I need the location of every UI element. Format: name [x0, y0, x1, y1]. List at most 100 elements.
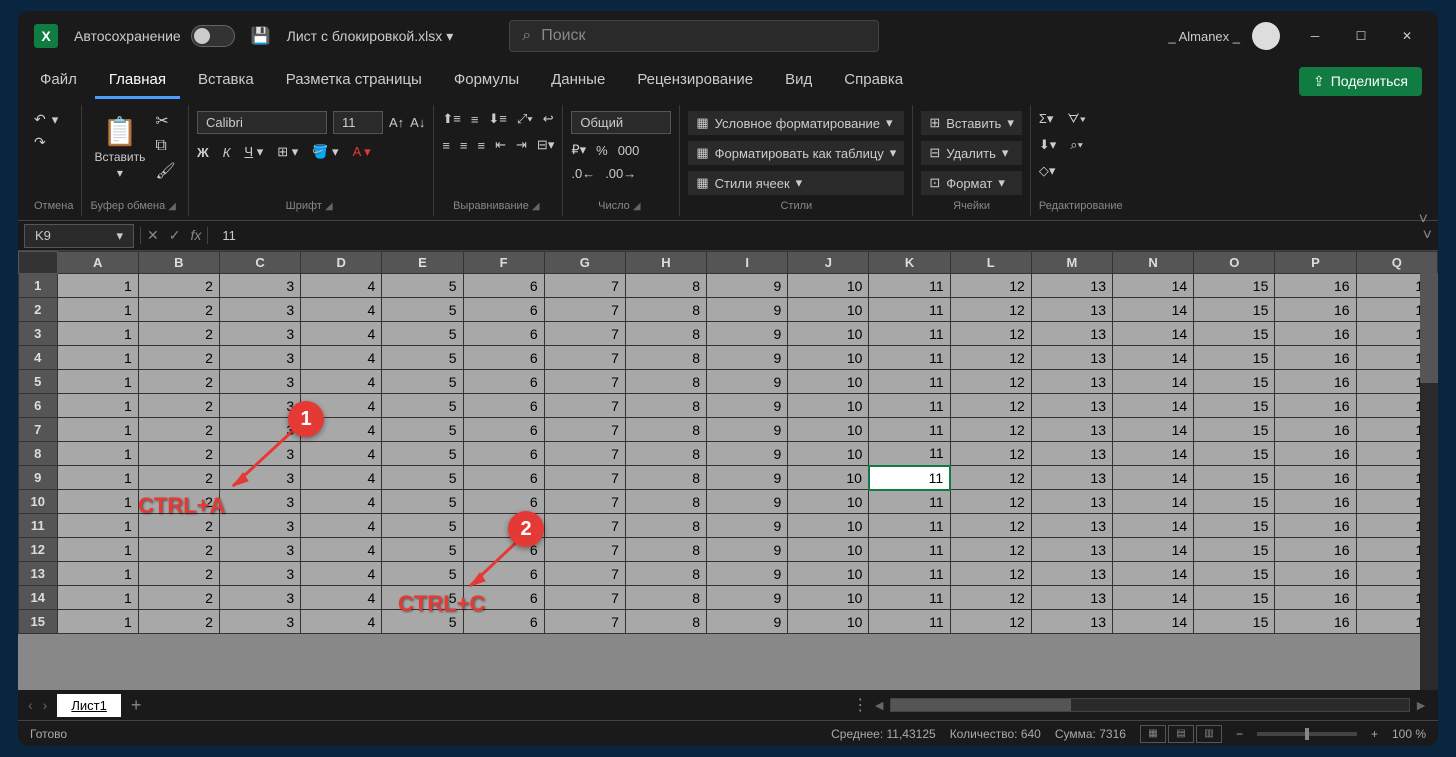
cell-J15[interactable]: 10 [788, 610, 869, 634]
cell-O13[interactable]: 15 [1194, 562, 1275, 586]
cell-M8[interactable]: 13 [1031, 442, 1112, 466]
cell-C1[interactable]: 3 [219, 274, 300, 298]
cell-J4[interactable]: 10 [788, 346, 869, 370]
cell-B6[interactable]: 2 [138, 394, 219, 418]
cell-N13[interactable]: 14 [1113, 562, 1194, 586]
cell-E4[interactable]: 5 [382, 346, 463, 370]
cell-O15[interactable]: 15 [1194, 610, 1275, 634]
cell-P3[interactable]: 16 [1275, 322, 1356, 346]
cell-F1[interactable]: 6 [463, 274, 544, 298]
cell-H6[interactable]: 8 [625, 394, 706, 418]
cell-B13[interactable]: 2 [138, 562, 219, 586]
cell-O5[interactable]: 15 [1194, 370, 1275, 394]
cell-P15[interactable]: 16 [1275, 610, 1356, 634]
cell-G2[interactable]: 7 [544, 298, 625, 322]
cell-J11[interactable]: 10 [788, 514, 869, 538]
cell-P6[interactable]: 16 [1275, 394, 1356, 418]
fill-color-button[interactable]: 🪣 ▾ [312, 144, 338, 160]
cell-D1[interactable]: 4 [301, 274, 382, 298]
wrap-text-icon[interactable]: ↩ [543, 111, 554, 127]
cell-D2[interactable]: 4 [301, 298, 382, 322]
cell-C4[interactable]: 3 [219, 346, 300, 370]
cell-D6[interactable]: 4 [301, 394, 382, 418]
cell-D4[interactable]: 4 [301, 346, 382, 370]
cell-N9[interactable]: 14 [1113, 466, 1194, 490]
cell-B11[interactable]: 2 [138, 514, 219, 538]
col-header-M[interactable]: M [1031, 252, 1112, 274]
cell-K8[interactable]: 11 [869, 442, 950, 466]
cell-C5[interactable]: 3 [219, 370, 300, 394]
align-top-icon[interactable]: ⬆≡ [442, 111, 460, 127]
cell-H8[interactable]: 8 [625, 442, 706, 466]
cell-E7[interactable]: 5 [382, 418, 463, 442]
cell-A6[interactable]: 1 [57, 394, 138, 418]
cell-D5[interactable]: 4 [301, 370, 382, 394]
next-sheet-icon[interactable]: › [43, 697, 48, 713]
cell-E10[interactable]: 5 [382, 490, 463, 514]
col-header-I[interactable]: I [707, 252, 788, 274]
cell-P8[interactable]: 16 [1275, 442, 1356, 466]
cell-M14[interactable]: 13 [1031, 586, 1112, 610]
align-middle-icon[interactable]: ≡ [471, 112, 479, 127]
cell-M13[interactable]: 13 [1031, 562, 1112, 586]
cell-B4[interactable]: 2 [138, 346, 219, 370]
cell-I1[interactable]: 9 [707, 274, 788, 298]
cell-N3[interactable]: 14 [1113, 322, 1194, 346]
cell-F3[interactable]: 6 [463, 322, 544, 346]
cell-L7[interactable]: 12 [950, 418, 1031, 442]
undo-button[interactable]: ↶▾ [34, 111, 58, 128]
cell-M2[interactable]: 13 [1031, 298, 1112, 322]
autosave-toggle[interactable] [191, 25, 235, 47]
cell-N4[interactable]: 14 [1113, 346, 1194, 370]
cell-I14[interactable]: 9 [707, 586, 788, 610]
increase-font-icon[interactable]: A↑ [389, 115, 404, 130]
cell-E9[interactable]: 5 [382, 466, 463, 490]
col-header-Q[interactable]: Q [1356, 252, 1437, 274]
cell-J7[interactable]: 10 [788, 418, 869, 442]
row-header-9[interactable]: 9 [19, 466, 58, 490]
number-format-select[interactable] [571, 111, 671, 134]
autosum-icon[interactable]: Σ▾ [1039, 111, 1054, 127]
fill-icon[interactable]: ⬇▾ [1039, 137, 1056, 153]
cell-A15[interactable]: 1 [57, 610, 138, 634]
cell-A2[interactable]: 1 [57, 298, 138, 322]
cell-K6[interactable]: 11 [869, 394, 950, 418]
cell-O7[interactable]: 15 [1194, 418, 1275, 442]
row-header-7[interactable]: 7 [19, 418, 58, 442]
sheet-tab-active[interactable]: Лист1 [57, 694, 120, 717]
zoom-in-icon[interactable]: + [1371, 727, 1378, 741]
cell-A5[interactable]: 1 [57, 370, 138, 394]
row-header-8[interactable]: 8 [19, 442, 58, 466]
col-header-C[interactable]: C [219, 252, 300, 274]
cell-B12[interactable]: 2 [138, 538, 219, 562]
cell-H11[interactable]: 8 [625, 514, 706, 538]
col-header-N[interactable]: N [1113, 252, 1194, 274]
cell-N1[interactable]: 14 [1113, 274, 1194, 298]
cell-D11[interactable]: 4 [301, 514, 382, 538]
col-header-O[interactable]: O [1194, 252, 1275, 274]
cell-A14[interactable]: 1 [57, 586, 138, 610]
cell-O6[interactable]: 15 [1194, 394, 1275, 418]
cell-I6[interactable]: 9 [707, 394, 788, 418]
cell-K14[interactable]: 11 [869, 586, 950, 610]
cell-G15[interactable]: 7 [544, 610, 625, 634]
cell-K15[interactable]: 11 [869, 610, 950, 634]
clear-icon[interactable]: ◇▾ [1039, 163, 1056, 179]
cell-J9[interactable]: 10 [788, 466, 869, 490]
cell-L14[interactable]: 12 [950, 586, 1031, 610]
orientation-icon[interactable]: ⤢▾ [517, 111, 533, 127]
indent-increase-icon[interactable]: ⇥ [516, 137, 527, 153]
cell-G12[interactable]: 7 [544, 538, 625, 562]
cell-L5[interactable]: 12 [950, 370, 1031, 394]
cell-H5[interactable]: 8 [625, 370, 706, 394]
cell-B14[interactable]: 2 [138, 586, 219, 610]
cell-F15[interactable]: 6 [463, 610, 544, 634]
cell-H10[interactable]: 8 [625, 490, 706, 514]
cell-G6[interactable]: 7 [544, 394, 625, 418]
cell-K3[interactable]: 11 [869, 322, 950, 346]
hscroll-handle-icon[interactable]: ⋮ [852, 695, 868, 715]
cell-P5[interactable]: 16 [1275, 370, 1356, 394]
cell-B15[interactable]: 2 [138, 610, 219, 634]
cell-E1[interactable]: 5 [382, 274, 463, 298]
cell-E13[interactable]: 5 [382, 562, 463, 586]
